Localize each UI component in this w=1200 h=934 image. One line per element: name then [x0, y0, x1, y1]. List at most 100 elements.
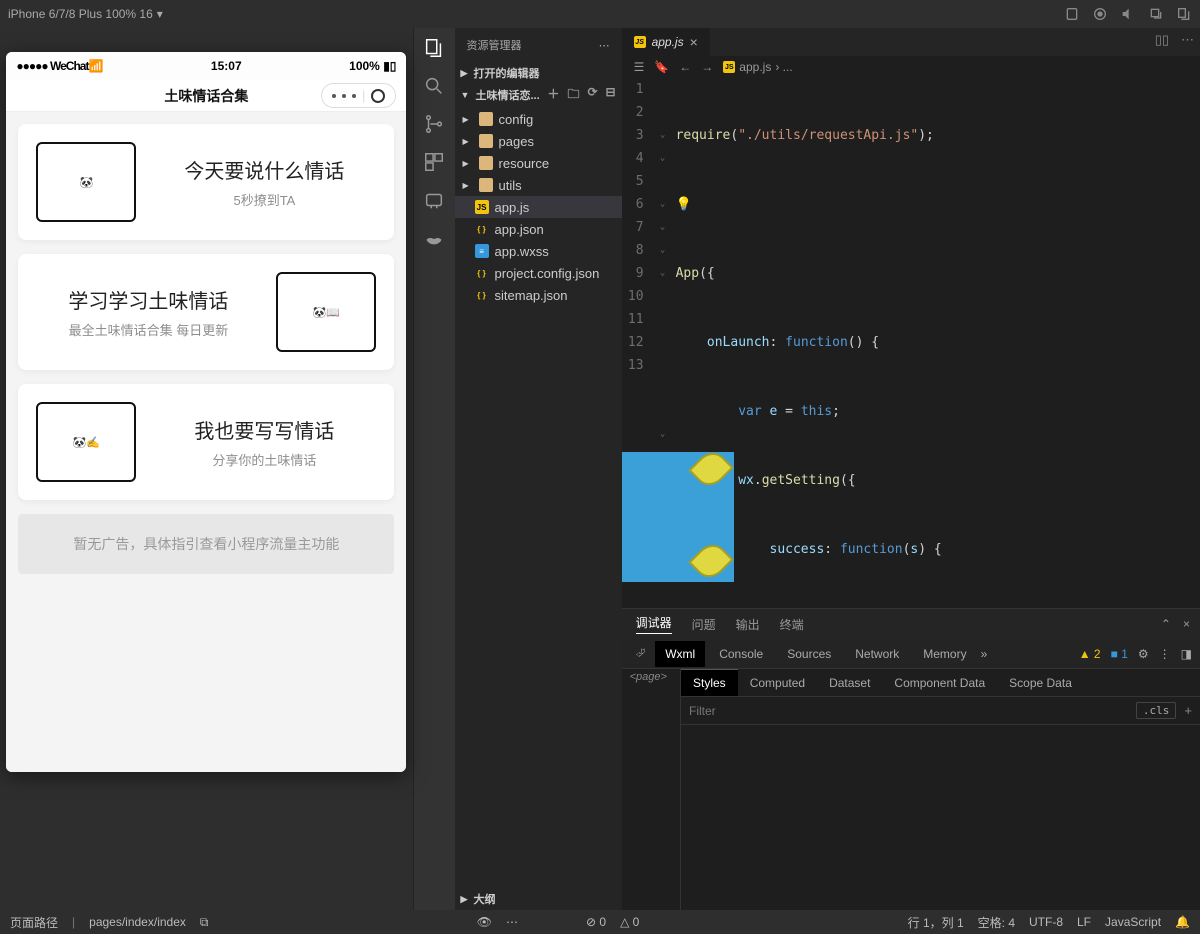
linecol[interactable]: 行 1，列 1: [908, 914, 964, 931]
close-icon[interactable]: ×: [690, 34, 698, 50]
gear-icon[interactable]: ⚙: [1138, 647, 1149, 661]
tree-folder[interactable]: ▶config: [455, 108, 622, 130]
home-icon[interactable]: [1064, 6, 1080, 22]
record-icon[interactable]: [1092, 6, 1108, 22]
tree-folder[interactable]: ▶resource: [455, 152, 622, 174]
devtools-tab-network[interactable]: Network: [845, 641, 909, 667]
devtools-tab-memory[interactable]: Memory: [913, 641, 976, 667]
lang-mode[interactable]: JavaScript: [1105, 915, 1161, 929]
eol[interactable]: LF: [1077, 915, 1091, 929]
overlay-image: [622, 452, 734, 582]
cls-button[interactable]: .cls: [1136, 702, 1177, 719]
devtools-bar: ⮰ Wxml Console Sources Network Memory » …: [622, 639, 1200, 669]
git-icon[interactable]: [422, 112, 446, 136]
list-icon[interactable]: ☰: [634, 60, 645, 74]
tree-folder[interactable]: ▶utils: [455, 174, 622, 196]
card-3[interactable]: 🐼✍ 我也要写写情话 分享你的土味情话: [18, 384, 394, 500]
close-icon[interactable]: ×: [1183, 617, 1190, 631]
inspect-icon[interactable]: ⮰: [630, 646, 652, 661]
collapse-icon[interactable]: ⊟: [606, 85, 616, 106]
docker-icon[interactable]: [422, 226, 446, 250]
chevron-up-icon[interactable]: ⌃: [1161, 617, 1171, 631]
add-style-icon[interactable]: +: [1184, 703, 1192, 718]
subtab-scopedata[interactable]: Scope Data: [997, 669, 1084, 696]
tree-folder[interactable]: ▶pages: [455, 130, 622, 152]
split-icon[interactable]: ▯▯: [1155, 32, 1169, 48]
card-title: 我也要写写情话: [152, 415, 376, 444]
chevron-down-icon: ▾: [157, 7, 163, 21]
close-mini-icon[interactable]: [371, 89, 385, 103]
lightbulb-icon[interactable]: 💡: [676, 197, 692, 212]
debug-icon[interactable]: [422, 188, 446, 212]
phone-body[interactable]: 🐼 今天要说什么情话 5秒撩到TA 🐼📖 学习学习土味情话 最全土味情话合集 每…: [6, 112, 406, 772]
phone-status-bar: ●●●●● WeChat📶 15:07 100% ▮▯: [6, 52, 406, 80]
card-2[interactable]: 🐼📖 学习学习土味情话 最全土味情话合集 每日更新: [18, 254, 394, 370]
info-count[interactable]: ■ 1: [1111, 647, 1128, 661]
panel-tabs: 调试器 问题 输出 终端 ⌃ ×: [622, 609, 1200, 639]
mute-icon[interactable]: [1120, 6, 1136, 22]
forward-icon[interactable]: →: [701, 60, 713, 74]
eye-icon[interactable]: 👁: [477, 915, 492, 929]
tree-file[interactable]: { }app.json: [455, 218, 622, 240]
activity-bar: [413, 28, 455, 910]
new-file-icon[interactable]: ＋: [547, 85, 559, 106]
tree-file[interactable]: { }sitemap.json: [455, 284, 622, 306]
back-icon[interactable]: ←: [679, 60, 691, 74]
filter-input[interactable]: [689, 704, 1128, 718]
more-icon[interactable]: ⋯: [1181, 32, 1194, 48]
more-tabs-icon[interactable]: »: [981, 647, 988, 661]
multipage-icon[interactable]: [1176, 6, 1192, 22]
tree-file[interactable]: ≡app.wxss: [455, 240, 622, 262]
error-count[interactable]: ⊘ 0: [586, 915, 606, 929]
battery-icon: ▮▯: [383, 59, 396, 73]
panda-image: 🐼✍: [36, 402, 136, 482]
outline-section[interactable]: ▶ 大纲: [455, 888, 622, 910]
bell-icon[interactable]: 🔔: [1175, 915, 1190, 929]
tab-appjs[interactable]: JS app.js ×: [622, 28, 710, 56]
panel-tab-terminal[interactable]: 终端: [780, 616, 804, 633]
new-folder-icon[interactable]: 🗀: [567, 85, 579, 106]
tree-file-appjs[interactable]: JSapp.js: [455, 196, 622, 218]
devtools-tab-console[interactable]: Console: [709, 641, 773, 667]
warning-count[interactable]: ▲ 2: [1079, 647, 1101, 661]
devtools-tab-sources[interactable]: Sources: [777, 641, 841, 667]
indent[interactable]: 空格: 4: [978, 914, 1015, 931]
path-value[interactable]: pages/index/index: [89, 915, 186, 929]
screenshot-icon[interactable]: [1148, 6, 1164, 22]
bookmark-icon[interactable]: 🔖: [654, 60, 669, 74]
panel-tab-problems[interactable]: 问题: [692, 616, 716, 633]
explorer-icon[interactable]: [422, 36, 446, 60]
project-section[interactable]: ▼ 土味情话恋... ＋ 🗀 ⟳ ⊟: [455, 84, 622, 106]
search-icon[interactable]: [422, 74, 446, 98]
capsule-button[interactable]: |: [321, 83, 396, 108]
card-1[interactable]: 🐼 今天要说什么情话 5秒撩到TA: [18, 124, 394, 240]
chevron-right-icon: ▶: [461, 894, 468, 905]
editor-area: JS app.js × ▯▯ ⋯ ☰ 🔖 ← → JS app.js › ...: [622, 28, 1200, 910]
dock-icon[interactable]: ◨: [1181, 647, 1192, 661]
subtab-dataset[interactable]: Dataset: [817, 669, 882, 696]
style-subtabs: Styles Computed Dataset Component Data S…: [681, 669, 1200, 697]
page-title: 土味情话合集: [164, 86, 248, 106]
more-icon[interactable]: ⋯: [599, 39, 610, 52]
more-icon[interactable]: ⋯: [506, 915, 518, 929]
elements-breadcrumb[interactable]: <page>: [622, 669, 680, 685]
subtab-componentdata[interactable]: Component Data: [882, 669, 997, 696]
subtab-styles[interactable]: Styles: [681, 669, 738, 696]
open-editors-section[interactable]: ▶ 打开的编辑器: [455, 62, 622, 84]
subtab-computed[interactable]: Computed: [738, 669, 817, 696]
kebab-icon[interactable]: ⋮: [1159, 647, 1171, 661]
code-editor[interactable]: 12345678910111213 ⌄⌄⌄⌄⌄⌄⌄ require("./uti…: [622, 78, 1200, 608]
device-selector[interactable]: iPhone 6/7/8 Plus 100% 16 ▾: [8, 7, 163, 21]
copy-path-icon[interactable]: ⧉: [200, 915, 209, 930]
card-sub: 最全土味情话合集 每日更新: [36, 320, 260, 339]
card-title: 学习学习土味情话: [36, 285, 260, 314]
code-body[interactable]: require("./utils/requestApi.js"); 💡 App(…: [672, 78, 1200, 608]
panel-tab-output[interactable]: 输出: [736, 616, 760, 633]
warn-count[interactable]: △ 0: [620, 915, 639, 929]
extensions-icon[interactable]: [422, 150, 446, 174]
encoding[interactable]: UTF-8: [1029, 915, 1063, 929]
panel-tab-debugger[interactable]: 调试器: [636, 614, 672, 634]
devtools-tab-wxml[interactable]: Wxml: [655, 641, 705, 667]
tree-file[interactable]: { }project.config.json: [455, 262, 622, 284]
refresh-icon[interactable]: ⟳: [587, 85, 597, 106]
